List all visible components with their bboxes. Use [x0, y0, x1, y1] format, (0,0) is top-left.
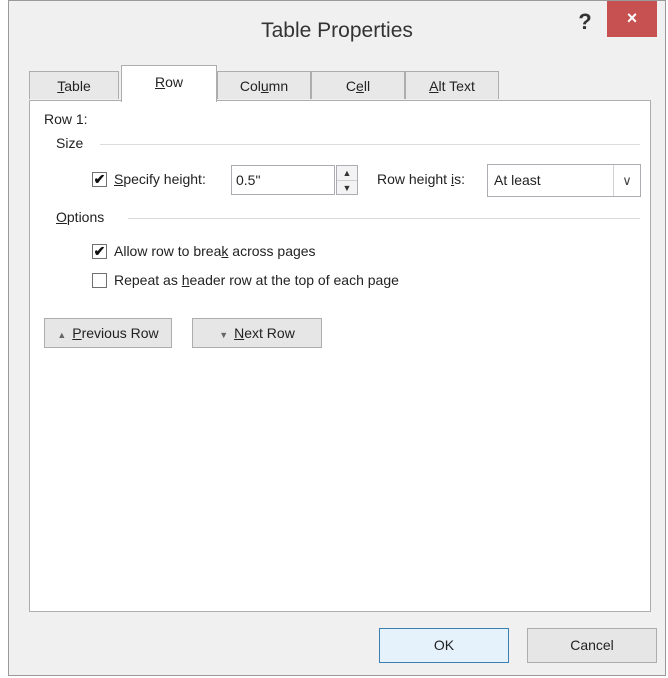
allow-row-break-label: Allow row to break across pages [114, 243, 316, 259]
allow-row-break-checkbox[interactable]: ✔ [92, 244, 107, 259]
row-height-rule-select[interactable]: At least ∨ [487, 164, 641, 197]
title-bar: Table Properties [9, 1, 665, 61]
help-button[interactable]: ? [571, 7, 599, 37]
chevron-down-icon[interactable]: ∨ [613, 165, 640, 196]
repeat-header-label: Repeat as header row at the top of each … [114, 272, 399, 288]
spin-up-icon[interactable]: ▲ [337, 166, 357, 181]
specify-height-label: Specify height: [114, 171, 206, 187]
previous-row-button[interactable]: ▲ Previous Row [44, 318, 172, 348]
row-tab-panel: Row 1: Size ✔ Specify height: 0.5" ▲ ▼ R… [29, 100, 651, 612]
cancel-button[interactable]: Cancel [527, 628, 657, 663]
row-height-rule-value: At least [494, 172, 541, 188]
tab-cell[interactable]: Cell [311, 71, 405, 99]
tab-table[interactable]: Table [29, 71, 119, 99]
triangle-up-icon: ▲ [57, 330, 67, 340]
tab-alt-text[interactable]: Alt Text [405, 71, 499, 99]
size-section-label: Size [56, 135, 84, 151]
ok-button[interactable]: OK [379, 628, 509, 663]
row-heading: Row 1: [44, 111, 88, 127]
options-divider [128, 218, 640, 219]
tab-row[interactable]: Row [121, 65, 217, 102]
tab-column[interactable]: Column [217, 71, 311, 99]
row-height-input[interactable]: 0.5" [231, 165, 335, 195]
dialog-title: Table Properties [261, 19, 413, 42]
size-divider [100, 144, 640, 145]
spin-down-icon[interactable]: ▼ [337, 181, 357, 195]
close-button[interactable]: × [607, 1, 657, 37]
next-row-button[interactable]: ▼ Next Row [192, 318, 322, 348]
triangle-down-icon: ▼ [219, 330, 229, 340]
row-height-is-label: Row height is: [377, 171, 465, 187]
row-height-spinner[interactable]: ▲ ▼ [336, 165, 358, 195]
table-properties-dialog: Table Properties ? × Table Row Column Ce… [8, 0, 666, 676]
options-section-label: Options [56, 209, 105, 225]
specify-height-checkbox[interactable]: ✔ [92, 172, 107, 187]
repeat-header-checkbox[interactable] [92, 273, 107, 288]
